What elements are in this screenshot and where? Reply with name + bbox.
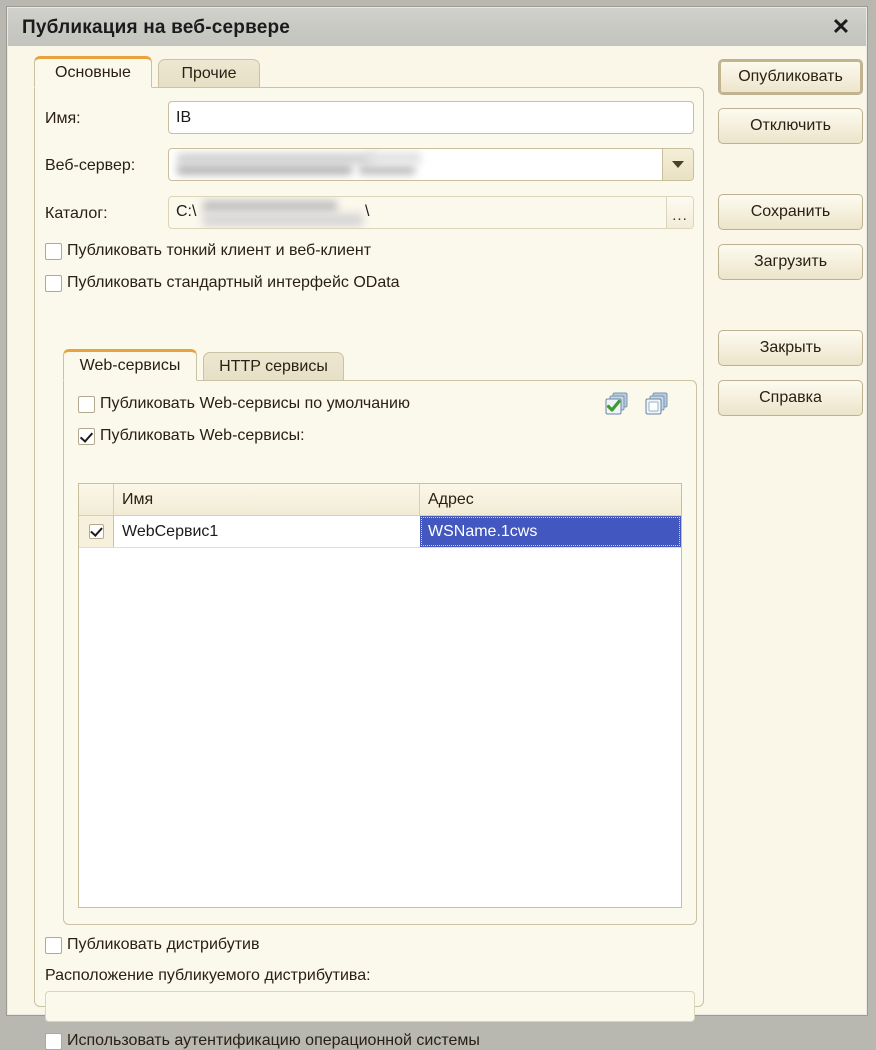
checkbox-thin-client[interactable]: Публиковать тонкий клиент и веб-клиент <box>45 242 371 260</box>
checkbox-publish-services-box[interactable] <box>78 427 95 445</box>
name-input[interactable]: IB <box>168 101 694 134</box>
button-1-label: Опубликовать <box>738 68 843 85</box>
window-title: Публикация на веб-сервере <box>22 17 291 38</box>
tab-osnovnye-label: Основные <box>55 64 131 81</box>
redaction-block <box>177 165 352 175</box>
checkbox-publish-default-label: Публиковать Web-сервисы по умолчанию <box>100 395 410 412</box>
tab-http-services[interactable]: HTTP сервисы <box>203 352 344 381</box>
checkbox-thin-client-box[interactable] <box>45 242 62 260</box>
close-icon[interactable]: ✕ <box>826 13 856 41</box>
tab-web-services[interactable]: Web-сервисы <box>63 349 197 381</box>
row-address-cell[interactable]: WSName.1cws <box>420 516 681 547</box>
publication-dialog: Публикация на веб-сервере ✕ Основные Про… <box>6 6 868 1050</box>
redaction-block <box>203 200 337 213</box>
catalog-input[interactable]: C:\ \ ... <box>168 196 694 229</box>
checkbox-publish-distributive[interactable]: Публиковать дистрибутив <box>45 936 259 954</box>
services-table[interactable]: Имя Адрес WebСервис1 WSName.1cws <box>78 483 682 908</box>
checkbox-publish-distributive-box[interactable] <box>45 936 62 954</box>
checkbox-publish-default-box[interactable] <box>78 395 95 413</box>
tab-prochie-label: Прочие <box>181 65 237 82</box>
catalog-value-area: C:\ \ <box>169 197 667 228</box>
catalog-label: Каталог: <box>45 205 108 222</box>
table-header-row: Имя Адрес <box>79 484 681 516</box>
table-header-address[interactable]: Адрес <box>420 484 681 515</box>
button-2-label: Отключить <box>750 117 831 134</box>
checkbox-os-auth-label: Использовать аутентификацию операционной… <box>67 1032 480 1049</box>
checkbox-publish-default[interactable]: Публиковать Web-сервисы по умолчанию <box>78 395 410 413</box>
catalog-browse-button[interactable]: ... <box>666 197 693 228</box>
catalog-value-prefix: C:\ <box>176 203 197 220</box>
checkbox-publish-distributive-label: Публиковать дистрибутив <box>67 936 260 953</box>
button-6[interactable]: Справка <box>718 380 863 416</box>
title-bar: Публикация на веб-сервере ✕ <box>8 8 866 47</box>
distributive-location-input[interactable] <box>45 991 695 1022</box>
chevron-down-icon <box>672 161 684 168</box>
webserver-combobox[interactable] <box>168 148 694 181</box>
checkbox-os-auth-box[interactable] <box>45 1032 62 1050</box>
button-2[interactable]: Отключить <box>718 108 863 144</box>
checkbox-odata-box[interactable] <box>45 274 62 292</box>
button-1[interactable]: Опубликовать <box>718 59 863 95</box>
webserver-label: Веб-сервер: <box>45 157 136 174</box>
button-5-label: Закрыть <box>759 339 822 356</box>
button-6-label: Справка <box>759 389 822 406</box>
button-4-label: Загрузить <box>753 253 828 270</box>
button-4[interactable]: Загрузить <box>718 244 863 280</box>
redaction-block <box>177 153 375 164</box>
table-header-check <box>79 484 114 515</box>
uncheck-all-icon[interactable] <box>643 391 671 417</box>
checkbox-odata[interactable]: Публиковать стандартный интерфейс OData <box>45 274 400 292</box>
name-input-value: IB <box>176 108 192 126</box>
redaction-block <box>203 213 363 227</box>
checkbox-publish-services-label: Публиковать Web-сервисы: <box>100 427 305 444</box>
tab-prochie[interactable]: Прочие <box>158 59 260 88</box>
checkbox-odata-label: Публиковать стандартный интерфейс OData <box>67 274 400 291</box>
redaction-block <box>359 165 415 175</box>
webserver-value-area <box>169 149 663 180</box>
web-services-panel: Публиковать Web-сервисы по умолчанию Пуб… <box>63 380 697 925</box>
button-3-label: Сохранить <box>750 203 831 220</box>
distributive-location-label: Расположение публикуемого дистрибутива: <box>45 967 371 984</box>
row-checkbox-cell[interactable] <box>79 516 114 547</box>
dialog-body: Основные Прочие Имя: IB Веб-сервер: Ката… <box>8 46 866 1050</box>
tab-http-services-label: HTTP сервисы <box>219 358 328 375</box>
webserver-dropdown-button[interactable] <box>662 149 693 180</box>
catalog-value-suffix: \ <box>365 203 370 220</box>
tab-osnovnye[interactable]: Основные <box>34 56 152 88</box>
table-row[interactable]: WebСервис1 WSName.1cws <box>79 516 681 548</box>
checkbox-thin-client-label: Публиковать тонкий клиент и веб-клиент <box>67 242 372 259</box>
row-name-cell[interactable]: WebСервис1 <box>114 516 420 547</box>
check-all-icon[interactable] <box>603 391 631 417</box>
button-5[interactable]: Закрыть <box>718 330 863 366</box>
checkbox-os-auth[interactable]: Использовать аутентификацию операционной… <box>45 1032 480 1050</box>
redaction-block <box>367 152 421 164</box>
button-3[interactable]: Сохранить <box>718 194 863 230</box>
services-tabstrip: Web-сервисы HTTP сервисы <box>43 347 697 381</box>
osnovnye-panel: Имя: IB Веб-сервер: Каталог: C:\ \ ... П… <box>34 87 704 1050</box>
table-header-name[interactable]: Имя <box>114 484 420 515</box>
row-checkbox[interactable] <box>88 524 104 539</box>
name-label: Имя: <box>45 110 81 127</box>
checkbox-publish-services[interactable]: Публиковать Web-сервисы: <box>78 427 305 445</box>
tab-web-services-label: Web-сервисы <box>79 357 181 374</box>
